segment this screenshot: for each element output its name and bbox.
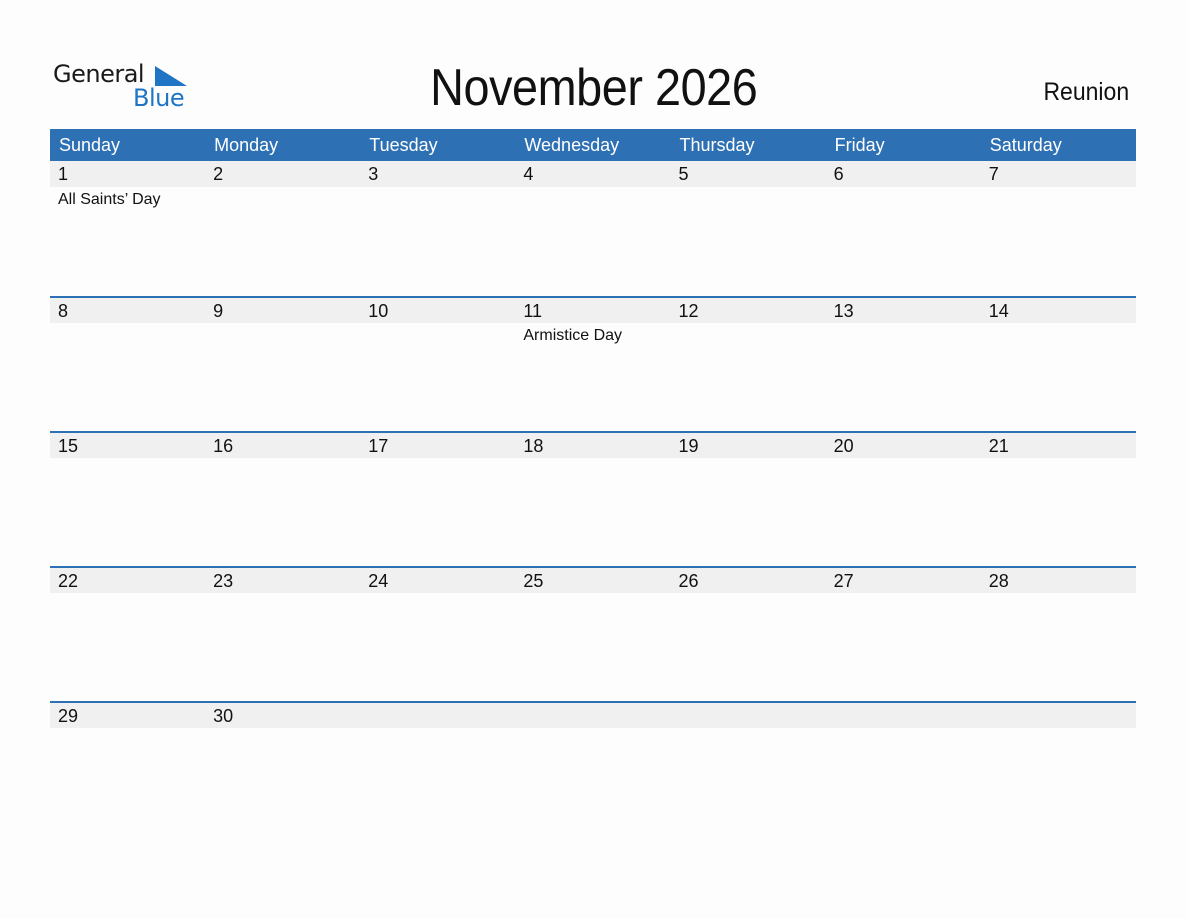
holiday-label	[671, 458, 826, 462]
events-row	[50, 728, 1136, 732]
weekday-thursday: Thursday	[679, 135, 755, 155]
events-row	[50, 458, 1136, 462]
holiday-label	[515, 187, 670, 209]
weekday-header: Sunday Monday Tuesday Wednesday Thursday Frid…	[50, 129, 1136, 161]
holiday-label	[826, 728, 981, 732]
day-number: 29	[58, 706, 79, 726]
week-row: 8 9 10 11 12 13 14 Armistice Day	[50, 296, 1136, 431]
holiday-label	[205, 323, 360, 345]
date-strip: 1 2 3 4 5 6 7	[50, 161, 1136, 187]
holiday-label	[671, 323, 826, 345]
week-row: 1 2 3 4 5 6 7 All Saints’ Day	[50, 161, 1136, 296]
holiday-label	[360, 728, 515, 732]
holiday-label	[826, 458, 981, 462]
week-row: 29 30	[50, 701, 1136, 836]
day-number	[826, 703, 981, 728]
day-number: 8	[58, 301, 69, 321]
day-number: 14	[988, 301, 1009, 321]
holiday-label	[981, 323, 1136, 345]
weekday-monday: Monday	[214, 135, 279, 155]
date-strip: 15 16 17 18 19 20 21	[50, 433, 1136, 458]
holiday-label	[826, 187, 981, 209]
day-number: 1	[58, 164, 69, 184]
day-number: 18	[523, 436, 544, 456]
holiday-label	[205, 728, 360, 732]
holiday-label	[981, 187, 1136, 209]
day-number: 30	[213, 706, 234, 726]
day-number: 24	[368, 571, 389, 591]
holiday-label	[671, 187, 826, 209]
holiday-label	[205, 187, 360, 209]
holiday-label	[360, 458, 515, 462]
day-number: 27	[833, 571, 854, 591]
day-number: 10	[368, 301, 389, 321]
day-number: 22	[58, 571, 79, 591]
holiday-label	[360, 187, 515, 209]
weekday-friday: Friday	[834, 135, 885, 155]
calendar-grid: Sunday Monday Tuesday Wednesday Thursday Frid…	[50, 129, 1136, 836]
day-number	[671, 703, 826, 728]
day-number: 11	[523, 301, 543, 321]
day-number: 21	[988, 436, 1009, 456]
holiday-label	[50, 458, 205, 462]
date-strip: 29 30	[50, 703, 1136, 728]
region-label: Reunion	[1043, 78, 1129, 106]
holiday-label	[671, 728, 826, 732]
weekday-tuesday: Tuesday	[369, 135, 438, 155]
day-number: 15	[58, 436, 79, 456]
day-number	[981, 703, 1136, 728]
day-number: 16	[213, 436, 234, 456]
calendar-title: November 2026	[430, 59, 758, 117]
holiday-label	[205, 458, 360, 462]
day-number: 9	[213, 301, 224, 321]
day-number: 19	[678, 436, 699, 456]
holiday-label	[205, 593, 360, 597]
events-row	[50, 593, 1136, 597]
day-number: 3	[368, 164, 379, 184]
day-number: 4	[523, 164, 534, 184]
holiday-label	[826, 323, 981, 345]
holiday-label	[826, 593, 981, 597]
holiday-label	[360, 593, 515, 597]
events-row: All Saints’ Day	[50, 187, 1136, 209]
holiday-label	[671, 593, 826, 597]
date-strip: 8 9 10 11 12 13 14	[50, 298, 1136, 323]
weekday-sunday: Sunday	[59, 135, 121, 155]
holiday-label	[50, 593, 205, 597]
holiday-label	[515, 728, 670, 732]
day-number: 26	[678, 571, 699, 591]
day-number: 17	[368, 436, 389, 456]
holiday-label	[981, 458, 1136, 462]
day-number: 25	[523, 571, 544, 591]
holiday-label	[981, 593, 1136, 597]
day-number: 28	[988, 571, 1009, 591]
holiday-label	[360, 323, 515, 345]
week-row: 22 23 24 25 26 27 28	[50, 566, 1136, 701]
date-strip: 22 23 24 25 26 27 28	[50, 568, 1136, 593]
events-row: Armistice Day	[50, 323, 1136, 345]
weekday-wednesday: Wednesday	[524, 135, 620, 155]
holiday-label: Armistice Day	[523, 327, 623, 344]
day-number: 13	[833, 301, 854, 321]
holiday-label	[515, 593, 670, 597]
holiday-label	[50, 323, 205, 345]
holiday-label	[50, 728, 205, 732]
day-number: 6	[833, 164, 844, 184]
day-number: 23	[213, 571, 234, 591]
day-number: 20	[833, 436, 854, 456]
holiday-label	[515, 458, 670, 462]
holiday-label	[981, 728, 1136, 732]
day-number: 2	[213, 164, 224, 184]
holiday-label: All Saints’ Day	[58, 191, 161, 208]
day-number: 12	[678, 301, 699, 321]
day-number	[515, 703, 670, 728]
day-number: 5	[678, 164, 689, 184]
weekday-saturday: Saturday	[989, 135, 1062, 155]
day-number: 7	[988, 164, 999, 184]
week-row: 15 16 17 18 19 20 21	[50, 431, 1136, 566]
day-number	[360, 703, 515, 728]
